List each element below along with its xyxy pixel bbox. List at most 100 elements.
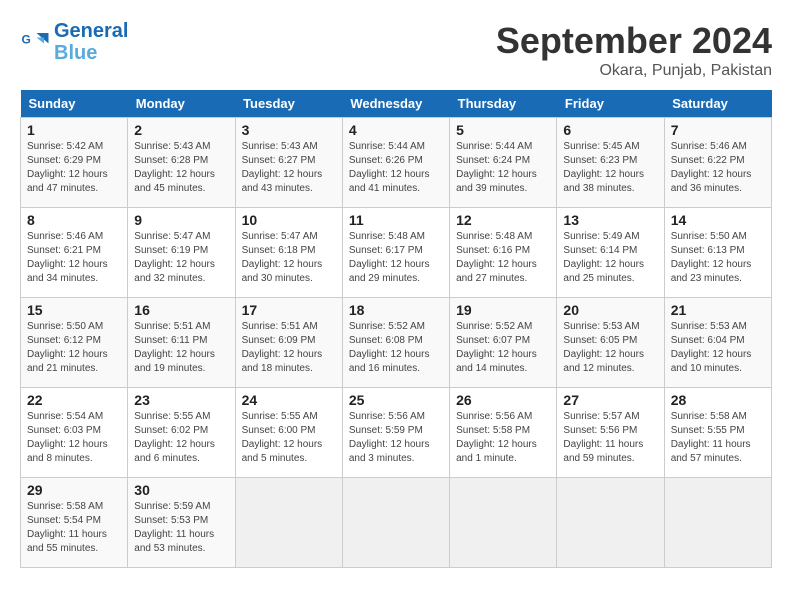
calendar-cell [235, 478, 342, 568]
day-info: Sunrise: 5:58 AM Sunset: 5:55 PM Dayligh… [671, 410, 765, 466]
day-number: 1 [27, 122, 121, 138]
day-info: Sunrise: 5:55 AM Sunset: 6:02 PM Dayligh… [134, 410, 228, 466]
calendar-cell: 16 Sunrise: 5:51 AM Sunset: 6:11 PM Dayl… [128, 298, 235, 388]
calendar-cell: 19 Sunrise: 5:52 AM Sunset: 6:07 PM Dayl… [450, 298, 557, 388]
calendar-cell: 28 Sunrise: 5:58 AM Sunset: 5:55 PM Dayl… [664, 388, 771, 478]
day-number: 23 [134, 392, 228, 408]
page-header: G General Blue September 2024 Okara, Pun… [20, 20, 772, 80]
calendar-cell: 1 Sunrise: 5:42 AM Sunset: 6:29 PM Dayli… [21, 118, 128, 208]
day-info: Sunrise: 5:57 AM Sunset: 5:56 PM Dayligh… [563, 410, 657, 466]
day-number: 6 [563, 122, 657, 138]
day-number: 9 [134, 212, 228, 228]
day-info: Sunrise: 5:53 AM Sunset: 6:05 PM Dayligh… [563, 320, 657, 376]
header-thursday: Thursday [450, 90, 557, 118]
calendar-week-2: 8 Sunrise: 5:46 AM Sunset: 6:21 PM Dayli… [21, 208, 772, 298]
calendar-cell: 5 Sunrise: 5:44 AM Sunset: 6:24 PM Dayli… [450, 118, 557, 208]
calendar-cell: 8 Sunrise: 5:46 AM Sunset: 6:21 PM Dayli… [21, 208, 128, 298]
day-info: Sunrise: 5:50 AM Sunset: 6:12 PM Dayligh… [27, 320, 121, 376]
calendar-cell: 30 Sunrise: 5:59 AM Sunset: 5:53 PM Dayl… [128, 478, 235, 568]
day-info: Sunrise: 5:48 AM Sunset: 6:17 PM Dayligh… [349, 230, 443, 286]
day-info: Sunrise: 5:44 AM Sunset: 6:24 PM Dayligh… [456, 140, 550, 196]
day-number: 18 [349, 302, 443, 318]
day-info: Sunrise: 5:51 AM Sunset: 6:09 PM Dayligh… [242, 320, 336, 376]
calendar-cell: 7 Sunrise: 5:46 AM Sunset: 6:22 PM Dayli… [664, 118, 771, 208]
calendar-cell: 2 Sunrise: 5:43 AM Sunset: 6:28 PM Dayli… [128, 118, 235, 208]
day-info: Sunrise: 5:48 AM Sunset: 6:16 PM Dayligh… [456, 230, 550, 286]
day-info: Sunrise: 5:49 AM Sunset: 6:14 PM Dayligh… [563, 230, 657, 286]
day-number: 2 [134, 122, 228, 138]
calendar-week-1: 1 Sunrise: 5:42 AM Sunset: 6:29 PM Dayli… [21, 118, 772, 208]
day-number: 29 [27, 482, 121, 498]
day-number: 17 [242, 302, 336, 318]
day-info: Sunrise: 5:54 AM Sunset: 6:03 PM Dayligh… [27, 410, 121, 466]
calendar-cell: 18 Sunrise: 5:52 AM Sunset: 6:08 PM Dayl… [342, 298, 449, 388]
day-number: 10 [242, 212, 336, 228]
day-info: Sunrise: 5:45 AM Sunset: 6:23 PM Dayligh… [563, 140, 657, 196]
calendar-header: Sunday Monday Tuesday Wednesday Thursday… [21, 90, 772, 118]
day-info: Sunrise: 5:55 AM Sunset: 6:00 PM Dayligh… [242, 410, 336, 466]
calendar-cell: 6 Sunrise: 5:45 AM Sunset: 6:23 PM Dayli… [557, 118, 664, 208]
day-number: 25 [349, 392, 443, 408]
day-info: Sunrise: 5:58 AM Sunset: 5:54 PM Dayligh… [27, 500, 121, 556]
header-monday: Monday [128, 90, 235, 118]
day-info: Sunrise: 5:46 AM Sunset: 6:22 PM Dayligh… [671, 140, 765, 196]
header-friday: Friday [557, 90, 664, 118]
calendar-cell: 9 Sunrise: 5:47 AM Sunset: 6:19 PM Dayli… [128, 208, 235, 298]
day-number: 21 [671, 302, 765, 318]
logo: G General Blue [20, 20, 128, 64]
day-number: 24 [242, 392, 336, 408]
day-number: 27 [563, 392, 657, 408]
calendar-cell: 22 Sunrise: 5:54 AM Sunset: 6:03 PM Dayl… [21, 388, 128, 478]
day-number: 12 [456, 212, 550, 228]
day-info: Sunrise: 5:59 AM Sunset: 5:53 PM Dayligh… [134, 500, 228, 556]
calendar-cell: 23 Sunrise: 5:55 AM Sunset: 6:02 PM Dayl… [128, 388, 235, 478]
header-saturday: Saturday [664, 90, 771, 118]
day-number: 7 [671, 122, 765, 138]
day-info: Sunrise: 5:47 AM Sunset: 6:19 PM Dayligh… [134, 230, 228, 286]
calendar-body: 1 Sunrise: 5:42 AM Sunset: 6:29 PM Dayli… [21, 118, 772, 568]
logo-text: General Blue [54, 20, 128, 64]
day-number: 16 [134, 302, 228, 318]
location: Okara, Punjab, Pakistan [496, 62, 772, 80]
day-info: Sunrise: 5:42 AM Sunset: 6:29 PM Dayligh… [27, 140, 121, 196]
day-info: Sunrise: 5:56 AM Sunset: 5:59 PM Dayligh… [349, 410, 443, 466]
logo-line2: Blue [54, 42, 97, 64]
day-info: Sunrise: 5:53 AM Sunset: 6:04 PM Dayligh… [671, 320, 765, 376]
calendar-week-5: 29 Sunrise: 5:58 AM Sunset: 5:54 PM Dayl… [21, 478, 772, 568]
title-area: September 2024 Okara, Punjab, Pakistan [496, 20, 772, 80]
calendar-cell [450, 478, 557, 568]
svg-text:G: G [22, 33, 31, 47]
calendar-cell: 11 Sunrise: 5:48 AM Sunset: 6:17 PM Dayl… [342, 208, 449, 298]
day-number: 8 [27, 212, 121, 228]
day-number: 19 [456, 302, 550, 318]
calendar-cell: 15 Sunrise: 5:50 AM Sunset: 6:12 PM Dayl… [21, 298, 128, 388]
header-sunday: Sunday [21, 90, 128, 118]
day-number: 15 [27, 302, 121, 318]
calendar-cell: 10 Sunrise: 5:47 AM Sunset: 6:18 PM Dayl… [235, 208, 342, 298]
calendar-cell [664, 478, 771, 568]
day-info: Sunrise: 5:43 AM Sunset: 6:28 PM Dayligh… [134, 140, 228, 196]
day-number: 28 [671, 392, 765, 408]
day-number: 3 [242, 122, 336, 138]
calendar-table: Sunday Monday Tuesday Wednesday Thursday… [20, 90, 772, 568]
day-number: 14 [671, 212, 765, 228]
calendar-cell: 27 Sunrise: 5:57 AM Sunset: 5:56 PM Dayl… [557, 388, 664, 478]
day-info: Sunrise: 5:43 AM Sunset: 6:27 PM Dayligh… [242, 140, 336, 196]
day-number: 22 [27, 392, 121, 408]
calendar-cell: 17 Sunrise: 5:51 AM Sunset: 6:09 PM Dayl… [235, 298, 342, 388]
calendar-cell: 21 Sunrise: 5:53 AM Sunset: 6:04 PM Dayl… [664, 298, 771, 388]
header-tuesday: Tuesday [235, 90, 342, 118]
day-number: 30 [134, 482, 228, 498]
logo-icon: G [20, 27, 50, 57]
calendar-cell: 26 Sunrise: 5:56 AM Sunset: 5:58 PM Dayl… [450, 388, 557, 478]
calendar-cell: 3 Sunrise: 5:43 AM Sunset: 6:27 PM Dayli… [235, 118, 342, 208]
header-wednesday: Wednesday [342, 90, 449, 118]
day-number: 4 [349, 122, 443, 138]
calendar-cell: 13 Sunrise: 5:49 AM Sunset: 6:14 PM Dayl… [557, 208, 664, 298]
calendar-cell: 20 Sunrise: 5:53 AM Sunset: 6:05 PM Dayl… [557, 298, 664, 388]
day-number: 26 [456, 392, 550, 408]
logo-line1: General [54, 20, 128, 42]
calendar-cell: 25 Sunrise: 5:56 AM Sunset: 5:59 PM Dayl… [342, 388, 449, 478]
day-info: Sunrise: 5:52 AM Sunset: 6:08 PM Dayligh… [349, 320, 443, 376]
day-number: 20 [563, 302, 657, 318]
